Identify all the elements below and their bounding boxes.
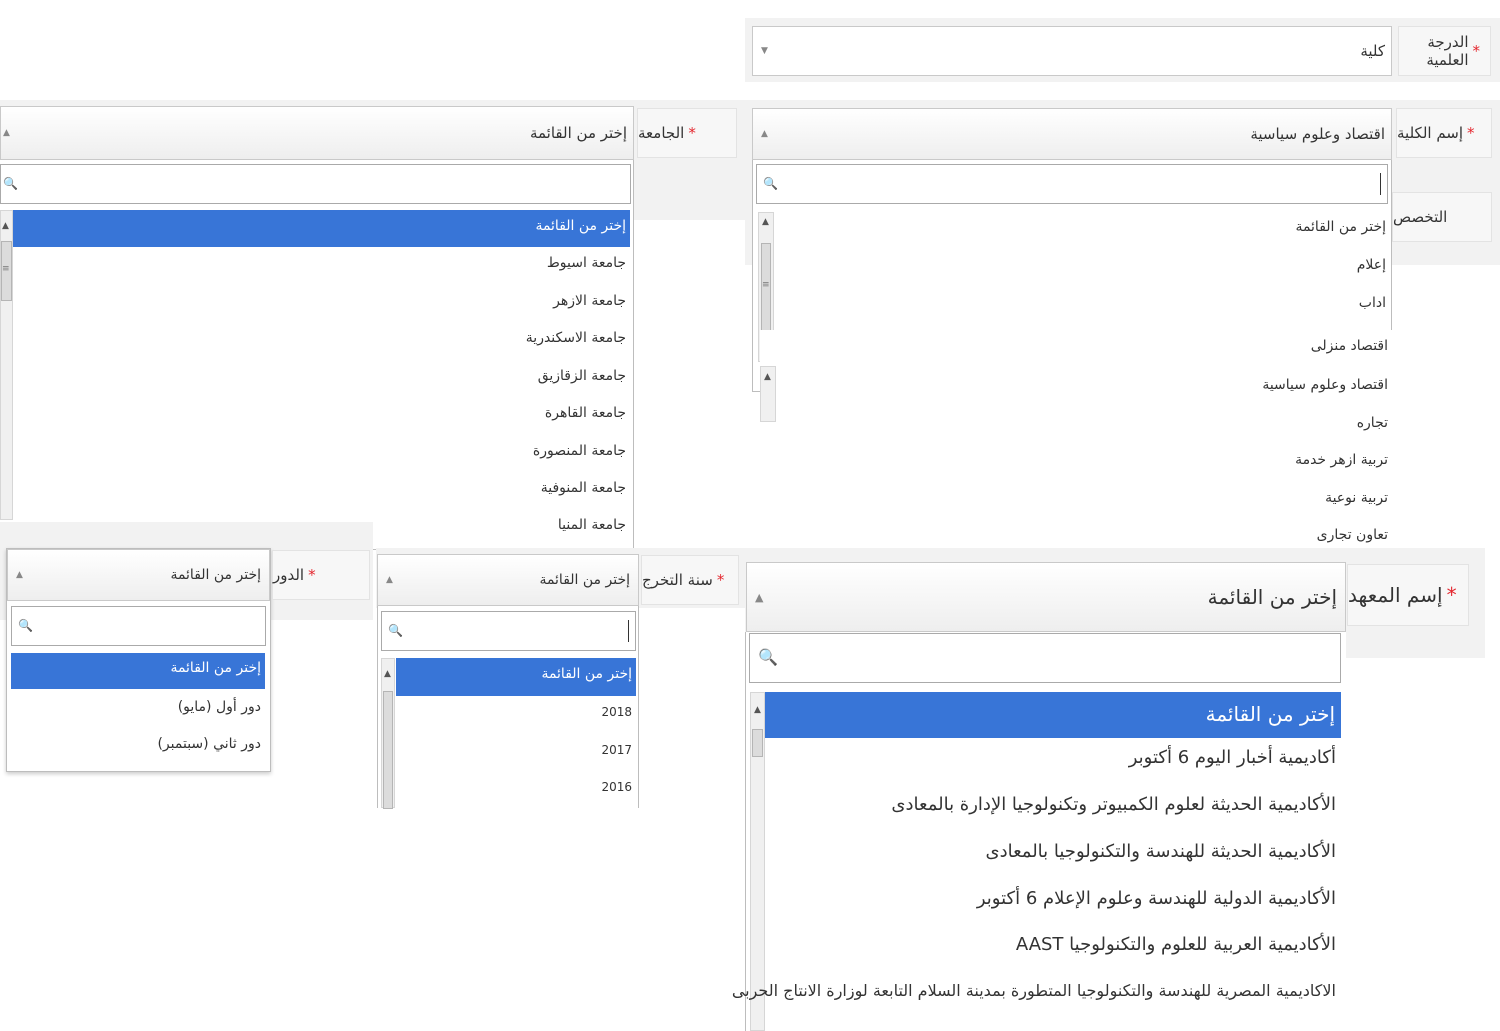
university-option[interactable]: جامعة القاهرة xyxy=(13,405,626,431)
institute-option[interactable]: الأكاديمية الدولية للهندسة وعلوم الإعلام… xyxy=(765,888,1336,920)
faculty-option[interactable]: تربية ازهر خدمة xyxy=(780,452,1388,478)
degree-label-text: الدرجة العلمية xyxy=(1426,33,1469,69)
grad-year-label-text: سنة التخرج xyxy=(642,571,713,589)
university-select[interactable]: إختر من القائمة ▲ xyxy=(0,106,634,160)
grad-year-option[interactable]: 2016 xyxy=(396,780,632,804)
text-caret xyxy=(628,619,629,643)
institute-label-text: إسم المعهد xyxy=(1348,583,1443,607)
faculty-label-text: إسم الكلية xyxy=(1397,124,1464,142)
university-value: إختر من القائمة xyxy=(529,124,627,142)
grip-icon: ≡ xyxy=(2,264,10,274)
faculty-option[interactable]: تجاره xyxy=(780,415,1388,441)
faculty-value: اقتصاد وعلوم سياسية xyxy=(1250,125,1385,143)
scroll-thumb[interactable]: ≡ xyxy=(1,241,12,301)
university-option[interactable]: جامعة المنصورة xyxy=(13,443,626,469)
scroll-up-icon[interactable]: ▲ xyxy=(762,217,769,227)
search-icon: 🔍 xyxy=(3,176,18,191)
faculty-outer-scrollbar[interactable]: ▲ xyxy=(760,366,776,422)
institute-label: * إسم المعهد xyxy=(1347,564,1469,626)
round-required-mark: * xyxy=(308,566,316,584)
scroll-up-icon[interactable]: ▲ xyxy=(764,372,771,382)
scroll-thumb[interactable] xyxy=(383,691,393,809)
specialization-label-text: التخصص xyxy=(1393,208,1448,226)
faculty-select[interactable]: اقتصاد وعلوم سياسية ▲ xyxy=(752,108,1392,160)
round-label: * الدور xyxy=(272,550,370,600)
grad-year-scrollbar[interactable]: ▲ xyxy=(381,658,395,809)
faculty-option[interactable]: إعلام xyxy=(780,257,1386,283)
university-required-mark: * xyxy=(688,124,696,142)
round-option[interactable]: دور أول (مايو) xyxy=(11,699,261,725)
chevron-up-icon: ▲ xyxy=(16,570,23,580)
chevron-up-icon: ▲ xyxy=(761,129,768,139)
faculty-option[interactable]: اداب xyxy=(780,295,1386,321)
university-label: * الجامعة xyxy=(637,108,737,158)
grad-year-option[interactable]: 2017 xyxy=(396,743,632,767)
institute-value: إختر من القائمة xyxy=(1207,585,1337,609)
grad-year-option-selected[interactable]: إختر من القائمة xyxy=(396,658,636,696)
scroll-up-icon[interactable]: ▲ xyxy=(2,221,9,231)
grad-year-required-mark: * xyxy=(716,571,725,589)
specialization-label: التخصص xyxy=(1392,192,1492,242)
faculty-option[interactable]: اقتصاد منزلى xyxy=(780,338,1388,364)
university-option[interactable]: جامعة المنوفية xyxy=(13,480,626,506)
degree-value: كلية xyxy=(1360,42,1385,60)
faculty-search-input[interactable]: 🔍 xyxy=(756,164,1388,204)
grad-year-option[interactable]: 2018 xyxy=(396,705,632,729)
search-icon: 🔍 xyxy=(763,176,778,191)
degree-label: * الدرجة العلمية xyxy=(1398,26,1491,76)
scroll-up-icon[interactable]: ▲ xyxy=(754,705,761,715)
university-option[interactable]: جامعة الزقازيق xyxy=(13,368,626,394)
round-search-input[interactable]: 🔍 xyxy=(11,606,266,646)
degree-select[interactable]: كلية ▼ xyxy=(752,26,1392,76)
institute-option[interactable]: الاكاديمية المصرية للهندسة والتكنولوجيا … xyxy=(732,981,1336,1013)
institute-option[interactable]: الأكاديمية الحديثة لعلوم الكمبيوتر وتكنو… xyxy=(765,794,1336,826)
round-value: إختر من القائمة xyxy=(170,567,261,583)
scroll-thumb[interactable] xyxy=(752,729,763,757)
chevron-up-icon: ▲ xyxy=(755,590,764,604)
institute-option[interactable]: الأكاديمية العربية للعلوم والتكنولوجيا A… xyxy=(765,934,1336,966)
search-icon: 🔍 xyxy=(388,623,403,638)
grad-year-label: * سنة التخرج xyxy=(641,555,739,605)
institute-option[interactable]: الأكاديمية الحديثة للهندسة والتكنولوجيا … xyxy=(765,841,1336,873)
round-select[interactable]: إختر من القائمة ▲ xyxy=(7,549,270,601)
grad-year-value: إختر من القائمة xyxy=(539,572,630,588)
scroll-up-icon[interactable]: ▲ xyxy=(384,669,391,679)
university-option[interactable]: جامعة اسيوط xyxy=(13,255,626,281)
round-option-selected[interactable]: إختر من القائمة xyxy=(11,653,265,689)
institute-option-selected[interactable]: إختر من القائمة xyxy=(765,692,1341,738)
institute-option[interactable]: أكاديمية أخبار اليوم 6 أكتوبر xyxy=(765,747,1336,779)
scroll-thumb[interactable]: ≡ xyxy=(761,243,771,338)
university-search-input[interactable]: 🔍 xyxy=(0,164,631,204)
institute-select[interactable]: إختر من القائمة ▲ xyxy=(746,562,1346,632)
chevron-up-icon: ▲ xyxy=(3,128,10,138)
faculty-required-mark: * xyxy=(1467,124,1475,142)
faculty-option[interactable]: اقتصاد وعلوم سياسية xyxy=(780,377,1388,403)
chevron-down-icon: ▼ xyxy=(761,46,768,56)
text-caret xyxy=(1380,172,1381,196)
degree-required-mark: * xyxy=(1472,42,1481,60)
faculty-option[interactable]: تربية نوعية xyxy=(780,490,1388,516)
university-label-text: الجامعة xyxy=(638,124,685,142)
faculty-option[interactable]: إختر من القائمة xyxy=(780,219,1386,245)
chevron-up-icon: ▲ xyxy=(386,575,393,585)
round-label-text: الدور xyxy=(273,566,305,584)
round-option[interactable]: دور ثاني (سبتمبر) xyxy=(11,736,261,762)
grad-year-select[interactable]: إختر من القائمة ▲ xyxy=(377,554,639,606)
faculty-label: * إسم الكلية xyxy=(1396,108,1492,158)
grad-year-search-input[interactable]: 🔍 xyxy=(381,611,636,651)
university-scrollbar[interactable]: ▲ ≡ xyxy=(0,210,13,520)
university-option[interactable]: جامعة الازهر xyxy=(13,293,626,319)
university-option[interactable]: جامعة الاسكندرية xyxy=(13,330,626,356)
institute-search-input[interactable]: 🔍 xyxy=(749,633,1341,683)
search-icon: 🔍 xyxy=(18,618,33,633)
institute-required-mark: * xyxy=(1446,583,1457,607)
search-icon: 🔍 xyxy=(758,647,778,667)
grip-icon: ≡ xyxy=(762,280,770,290)
university-option-selected[interactable]: إختر من القائمة xyxy=(13,210,630,247)
